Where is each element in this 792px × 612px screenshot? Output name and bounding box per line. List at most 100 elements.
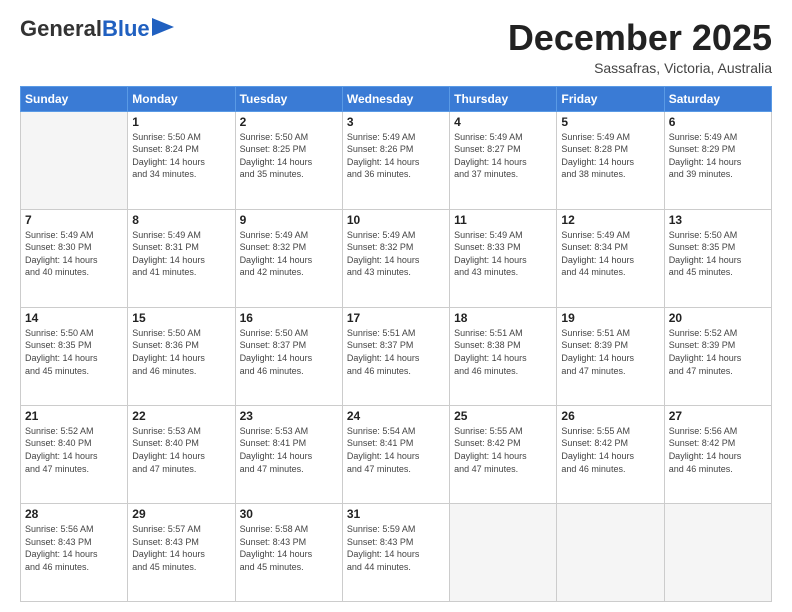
day-number: 2 <box>240 115 338 129</box>
day-number: 17 <box>347 311 445 325</box>
day-info: Sunrise: 5:50 AMSunset: 8:37 PMDaylight:… <box>240 327 338 377</box>
calendar-subtitle: Sassafras, Victoria, Australia <box>508 60 772 76</box>
title-block: December 2025 Sassafras, Victoria, Austr… <box>508 18 772 76</box>
day-cell: 24 Sunrise: 5:54 AMSunset: 8:41 PMDayligh… <box>342 405 449 503</box>
day-info: Sunrise: 5:55 AMSunset: 8:42 PMDaylight:… <box>454 425 552 475</box>
day-cell: 23 Sunrise: 5:53 AMSunset: 8:41 PMDayligh… <box>235 405 342 503</box>
day-number: 1 <box>132 115 230 129</box>
day-info: Sunrise: 5:49 AMSunset: 8:27 PMDaylight:… <box>454 131 552 181</box>
day-cell: 7Sunrise: 5:49 AMSunset: 8:30 PMDaylight… <box>21 209 128 307</box>
day-number: 21 <box>25 409 123 423</box>
day-cell: 5 Sunrise: 5:49 AMSunset: 8:28 PMDaylight… <box>557 111 664 209</box>
day-info: Sunrise: 5:52 AMSunset: 8:39 PMDaylight:… <box>669 327 767 377</box>
day-number: 29 <box>132 507 230 521</box>
day-info: Sunrise: 5:53 AMSunset: 8:40 PMDaylight:… <box>132 425 230 475</box>
day-cell <box>557 503 664 601</box>
day-cell: 1 Sunrise: 5:50 AMSunset: 8:24 PMDaylight… <box>128 111 235 209</box>
day-info: Sunrise: 5:54 AMSunset: 8:41 PMDaylight:… <box>347 425 445 475</box>
day-cell: 31Sunrise: 5:59 AMSunset: 8:43 PMDayligh… <box>342 503 449 601</box>
day-cell: 29 Sunrise: 5:57 AMSunset: 8:43 PMDayligh… <box>128 503 235 601</box>
day-number: 6 <box>669 115 767 129</box>
day-number: 3 <box>347 115 445 129</box>
day-cell: 30 Sunrise: 5:58 AMSunset: 8:43 PMDayligh… <box>235 503 342 601</box>
day-cell: 4 Sunrise: 5:49 AMSunset: 8:27 PMDaylight… <box>450 111 557 209</box>
day-number: 20 <box>669 311 767 325</box>
day-info: Sunrise: 5:50 AMSunset: 8:35 PMDaylight:… <box>25 327 123 377</box>
col-sunday: Sunday <box>21 86 128 111</box>
day-cell: 6Sunrise: 5:49 AMSunset: 8:29 PMDaylight… <box>664 111 771 209</box>
day-info: Sunrise: 5:56 AMSunset: 8:42 PMDaylight:… <box>669 425 767 475</box>
day-number: 14 <box>25 311 123 325</box>
week-row-4: 21 Sunrise: 5:52 AMSunset: 8:40 PMDayligh… <box>21 405 772 503</box>
day-cell: 15Sunrise: 5:50 AMSunset: 8:36 PMDayligh… <box>128 307 235 405</box>
page: GeneralBlue December 2025 Sassafras, Vic… <box>0 0 792 612</box>
day-number: 11 <box>454 213 552 227</box>
calendar-header: Sunday Monday Tuesday Wednesday Thursday… <box>21 86 772 111</box>
day-number: 16 <box>240 311 338 325</box>
day-number: 24 <box>347 409 445 423</box>
day-info: Sunrise: 5:49 AMSunset: 8:32 PMDaylight:… <box>240 229 338 279</box>
day-cell: 21 Sunrise: 5:52 AMSunset: 8:40 PMDayligh… <box>21 405 128 503</box>
day-cell: 9 Sunrise: 5:49 AMSunset: 8:32 PMDaylight… <box>235 209 342 307</box>
calendar-body: 1 Sunrise: 5:50 AMSunset: 8:24 PMDaylight… <box>21 111 772 601</box>
col-tuesday: Tuesday <box>235 86 342 111</box>
day-number: 25 <box>454 409 552 423</box>
day-info: Sunrise: 5:58 AMSunset: 8:43 PMDaylight:… <box>240 523 338 573</box>
day-number: 8 <box>132 213 230 227</box>
day-cell: 17Sunrise: 5:51 AMSunset: 8:37 PMDayligh… <box>342 307 449 405</box>
day-number: 5 <box>561 115 659 129</box>
day-number: 23 <box>240 409 338 423</box>
header-row: Sunday Monday Tuesday Wednesday Thursday… <box>21 86 772 111</box>
day-cell: 13Sunrise: 5:50 AMSunset: 8:35 PMDayligh… <box>664 209 771 307</box>
day-cell <box>450 503 557 601</box>
logo-general: General <box>20 16 102 41</box>
day-number: 30 <box>240 507 338 521</box>
day-number: 27 <box>669 409 767 423</box>
day-cell: 28 Sunrise: 5:56 AMSunset: 8:43 PMDayligh… <box>21 503 128 601</box>
logo-arrow-icon <box>152 18 174 36</box>
day-info: Sunrise: 5:49 AMSunset: 8:28 PMDaylight:… <box>561 131 659 181</box>
day-cell: 22 Sunrise: 5:53 AMSunset: 8:40 PMDayligh… <box>128 405 235 503</box>
day-cell: 20 Sunrise: 5:52 AMSunset: 8:39 PMDayligh… <box>664 307 771 405</box>
day-number: 31 <box>347 507 445 521</box>
day-cell: 26Sunrise: 5:55 AMSunset: 8:42 PMDayligh… <box>557 405 664 503</box>
day-info: Sunrise: 5:50 AMSunset: 8:36 PMDaylight:… <box>132 327 230 377</box>
day-cell <box>664 503 771 601</box>
day-info: Sunrise: 5:49 AMSunset: 8:31 PMDaylight:… <box>132 229 230 279</box>
day-cell: 10 Sunrise: 5:49 AMSunset: 8:32 PMDayligh… <box>342 209 449 307</box>
day-cell: 18Sunrise: 5:51 AMSunset: 8:38 PMDayligh… <box>450 307 557 405</box>
day-cell: 8 Sunrise: 5:49 AMSunset: 8:31 PMDaylight… <box>128 209 235 307</box>
calendar-title: December 2025 <box>508 18 772 58</box>
day-cell: 14 Sunrise: 5:50 AMSunset: 8:35 PMDayligh… <box>21 307 128 405</box>
day-info: Sunrise: 5:57 AMSunset: 8:43 PMDaylight:… <box>132 523 230 573</box>
day-info: Sunrise: 5:53 AMSunset: 8:41 PMDaylight:… <box>240 425 338 475</box>
header: GeneralBlue December 2025 Sassafras, Vic… <box>20 18 772 76</box>
day-info: Sunrise: 5:50 AMSunset: 8:24 PMDaylight:… <box>132 131 230 181</box>
day-number: 10 <box>347 213 445 227</box>
day-info: Sunrise: 5:49 AMSunset: 8:26 PMDaylight:… <box>347 131 445 181</box>
day-cell: 11 Sunrise: 5:49 AMSunset: 8:33 PMDayligh… <box>450 209 557 307</box>
day-number: 18 <box>454 311 552 325</box>
day-number: 9 <box>240 213 338 227</box>
day-info: Sunrise: 5:55 AMSunset: 8:42 PMDaylight:… <box>561 425 659 475</box>
logo: GeneralBlue <box>20 18 174 40</box>
day-number: 19 <box>561 311 659 325</box>
day-number: 28 <box>25 507 123 521</box>
week-row-1: 1 Sunrise: 5:50 AMSunset: 8:24 PMDaylight… <box>21 111 772 209</box>
day-cell: 3 Sunrise: 5:49 AMSunset: 8:26 PMDaylight… <box>342 111 449 209</box>
day-info: Sunrise: 5:49 AMSunset: 8:33 PMDaylight:… <box>454 229 552 279</box>
day-cell: 27 Sunrise: 5:56 AMSunset: 8:42 PMDayligh… <box>664 405 771 503</box>
day-number: 4 <box>454 115 552 129</box>
day-cell: 16 Sunrise: 5:50 AMSunset: 8:37 PMDayligh… <box>235 307 342 405</box>
day-info: Sunrise: 5:49 AMSunset: 8:32 PMDaylight:… <box>347 229 445 279</box>
day-info: Sunrise: 5:50 AMSunset: 8:35 PMDaylight:… <box>669 229 767 279</box>
calendar-table: Sunday Monday Tuesday Wednesday Thursday… <box>20 86 772 602</box>
logo-blue: Blue <box>102 16 150 41</box>
week-row-5: 28 Sunrise: 5:56 AMSunset: 8:43 PMDayligh… <box>21 503 772 601</box>
day-cell: 19Sunrise: 5:51 AMSunset: 8:39 PMDayligh… <box>557 307 664 405</box>
day-info: Sunrise: 5:56 AMSunset: 8:43 PMDaylight:… <box>25 523 123 573</box>
day-info: Sunrise: 5:52 AMSunset: 8:40 PMDaylight:… <box>25 425 123 475</box>
col-thursday: Thursday <box>450 86 557 111</box>
day-cell: 12Sunrise: 5:49 AMSunset: 8:34 PMDayligh… <box>557 209 664 307</box>
day-number: 22 <box>132 409 230 423</box>
